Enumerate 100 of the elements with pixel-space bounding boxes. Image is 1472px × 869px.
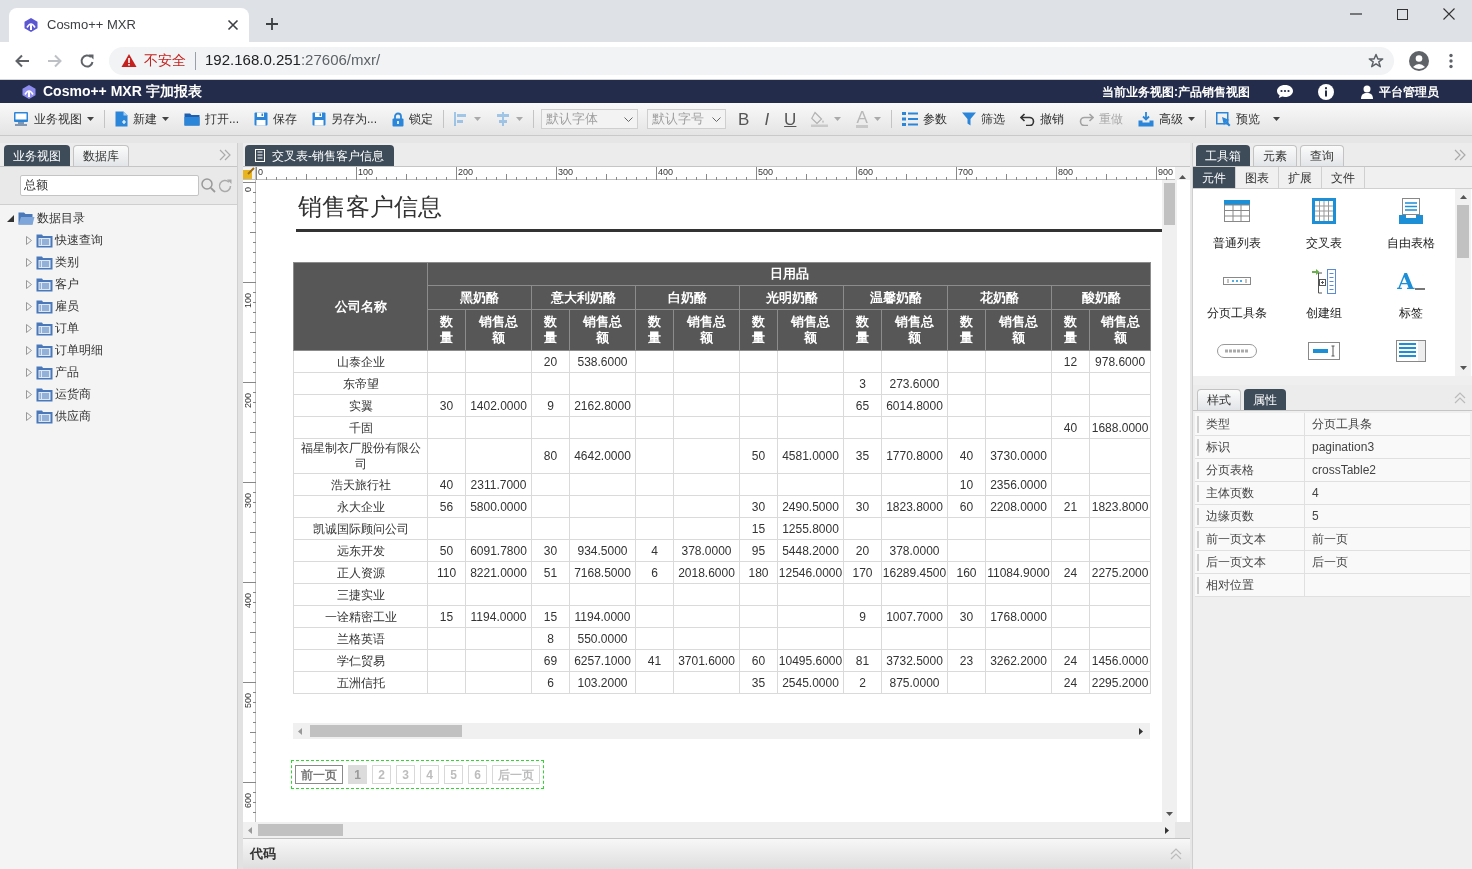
scroll-left-icon[interactable] <box>248 826 252 834</box>
security-indicator[interactable]: 不安全 <box>121 50 186 71</box>
tool-item[interactable]: 普通列表 <box>1193 189 1281 259</box>
menu-icon[interactable] <box>1449 52 1453 69</box>
scroll-right-icon[interactable] <box>1165 826 1169 834</box>
user-avatar-icon[interactable] <box>1409 50 1429 71</box>
panel-tab[interactable]: 元素 <box>1253 145 1297 166</box>
tool-item[interactable]: 分页工具条 <box>1193 259 1281 329</box>
star-icon[interactable] <box>1368 52 1384 69</box>
scrollbar-thumb[interactable] <box>1457 205 1469 258</box>
panel-tab[interactable]: 查询 <box>1300 145 1344 166</box>
table-cell: 1255.8000 <box>777 517 844 540</box>
table-cell: 1194.0000 <box>465 605 532 628</box>
tree-item[interactable]: 雇员 <box>25 295 237 317</box>
scrollbar-thumb[interactable] <box>310 725 462 737</box>
save-as-button[interactable]: 另存为... <box>309 107 381 131</box>
text-box-icon[interactable] <box>1308 342 1340 360</box>
scroll-down-icon[interactable] <box>1166 812 1173 816</box>
sub-tab[interactable]: 图表 <box>1236 167 1279 188</box>
sub-tab[interactable]: 元件 <box>1193 167 1236 188</box>
arrow-left-icon[interactable] <box>14 52 30 69</box>
collapsed-arrow-icon[interactable] <box>26 301 32 311</box>
table-cell: 24 <box>1051 649 1090 672</box>
table-cell: 9 <box>531 394 570 417</box>
scrollbar-thumb[interactable] <box>1164 183 1175 225</box>
scroll-up-icon[interactable] <box>1179 175 1186 179</box>
collapsed-arrow-icon[interactable] <box>26 389 32 399</box>
panel-tab[interactable]: 业务视图 <box>4 145 70 166</box>
open-button[interactable]: 打开... <box>181 107 242 131</box>
italic-button[interactable]: I <box>761 107 773 131</box>
collapsed-arrow-icon[interactable] <box>26 411 32 421</box>
scroll-left-icon[interactable] <box>298 727 302 735</box>
search-icon[interactable] <box>201 178 216 193</box>
column-header: 销售总额 <box>465 309 532 351</box>
lock-button[interactable]: 锁定 <box>389 107 437 131</box>
collapsed-arrow-icon[interactable] <box>26 279 32 289</box>
tree-item[interactable]: 客户 <box>25 273 237 295</box>
underline-button[interactable]: U <box>781 107 800 131</box>
tree-item[interactable]: 订单 <box>25 317 237 339</box>
panel-tab[interactable]: 样式 <box>1197 389 1241 410</box>
advanced-button[interactable]: 高级 <box>1134 107 1198 131</box>
tool-item[interactable]: A 标签 <box>1367 259 1455 329</box>
expanded-arrow-icon[interactable] <box>7 214 14 222</box>
parameters-button[interactable]: 参数 <box>898 107 950 131</box>
preview-button[interactable]: 预览 <box>1212 107 1283 131</box>
double-chevron-right-icon[interactable] <box>1454 149 1466 161</box>
info-icon[interactable] <box>1318 83 1334 100</box>
collapsed-arrow-icon[interactable] <box>26 323 32 333</box>
scroll-right-icon[interactable] <box>1139 727 1143 735</box>
double-chevron-up-icon[interactable] <box>1454 392 1466 404</box>
panel-tab[interactable]: 数据库 <box>73 145 129 166</box>
sub-tab[interactable]: 文件 <box>1322 167 1365 188</box>
double-chevron-up-icon[interactable] <box>1170 848 1182 860</box>
refresh-icon[interactable] <box>218 178 232 193</box>
search-field[interactable]: 总额 <box>20 175 199 196</box>
address-bar[interactable]: 不安全 192.168.0.251:27606/mxr/ <box>109 46 1394 75</box>
business-view-button[interactable]: 业务视图 <box>10 107 97 131</box>
tree-item[interactable]: 快速查询 <box>25 229 237 251</box>
document-tab[interactable]: 交叉表-销售客户信息 <box>245 145 394 166</box>
tree-item[interactable]: 数据目录 <box>7 207 237 229</box>
new-button[interactable]: 新建 <box>112 107 172 131</box>
tree-item[interactable]: 订单明细 <box>25 339 237 361</box>
previous-page-button[interactable]: 前一页 <box>295 765 343 784</box>
save-button[interactable]: 保存 <box>251 107 300 131</box>
tree-item[interactable]: 供应商 <box>25 405 237 427</box>
bold-button[interactable]: B <box>735 107 753 131</box>
scroll-up-icon[interactable] <box>1459 195 1467 199</box>
tool-item[interactable]: 自由表格 <box>1367 189 1455 259</box>
column-header: 黑奶酪 <box>427 285 532 310</box>
close-icon[interactable] <box>227 19 239 31</box>
maximize-icon[interactable] <box>1397 8 1408 20</box>
chat-bubble-icon[interactable] <box>1276 84 1294 99</box>
browser-tab[interactable]: Cosmo++ MXR <box>9 8 249 42</box>
user-menu[interactable]: 平台管理员 <box>1361 82 1439 101</box>
collapsed-arrow-icon[interactable] <box>26 257 32 267</box>
close-icon[interactable] <box>1443 8 1455 20</box>
panel-tab[interactable]: 属性 <box>1244 389 1286 410</box>
tool-item[interactable]: 交叉表 <box>1280 189 1368 259</box>
scroll-down-icon[interactable] <box>1459 366 1467 370</box>
tool-item[interactable]: 创建组 <box>1280 259 1368 329</box>
reload-icon[interactable] <box>79 52 95 69</box>
collapsed-arrow-icon[interactable] <box>26 345 32 355</box>
tree-item[interactable]: 运货商 <box>25 383 237 405</box>
scrollbar-thumb[interactable] <box>258 824 343 836</box>
tree-item[interactable]: 类别 <box>25 251 237 273</box>
tree-item[interactable]: 产品 <box>25 361 237 383</box>
sub-tab[interactable]: 扩展 <box>1279 167 1322 188</box>
text-area-icon[interactable] <box>1396 340 1427 362</box>
panel-tab[interactable]: 工具箱 <box>1196 145 1250 166</box>
arrow-right-icon[interactable] <box>47 52 63 69</box>
collapsed-arrow-icon[interactable] <box>26 367 32 377</box>
column-header: 数量 <box>843 309 882 351</box>
table-cell: 875.0000 <box>881 671 948 694</box>
collapsed-arrow-icon[interactable] <box>26 235 32 245</box>
double-chevron-right-icon[interactable] <box>219 149 231 161</box>
pill-button-icon[interactable] <box>1216 344 1257 358</box>
undo-button[interactable]: 撤销 <box>1016 107 1067 131</box>
filter-button[interactable]: 筛选 <box>958 107 1008 131</box>
plus-icon[interactable] <box>265 17 279 31</box>
table-folder-icon <box>36 298 53 314</box>
